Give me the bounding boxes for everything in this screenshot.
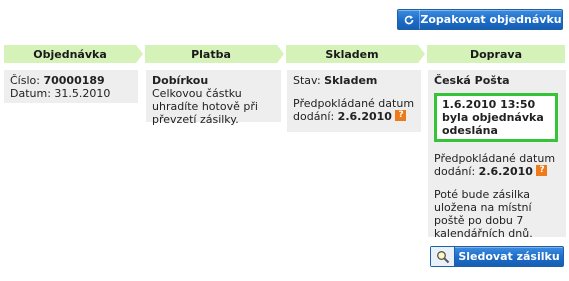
- track-shipment-button[interactable]: Sledovat zásilku: [430, 246, 564, 267]
- step-order-label: Objednávka: [33, 47, 107, 61]
- shipping-expected: Předpokládané datum dodání: 2.6.2010 ?: [434, 152, 560, 178]
- reorder-button-label: Zopakovat objednávku: [420, 13, 562, 26]
- storage-note: Poté bude zásilka uložena na místní pošt…: [434, 188, 533, 240]
- step-notch: [138, 45, 145, 63]
- order-number-row: Číslo: 70000189: [10, 74, 132, 87]
- payment-panel: Dobírkou Celkovou částku uhradíte hotově…: [146, 70, 281, 126]
- reorder-button[interactable]: Zopakovat objednávku: [397, 9, 563, 30]
- magnifier-icon: [431, 247, 455, 266]
- stock-state-label: Stav:: [293, 74, 321, 87]
- order-number: 70000189: [43, 74, 105, 87]
- shipping-carrier: Česká Pošta: [434, 74, 510, 87]
- step-notch: [420, 45, 427, 63]
- step-stock-label: Skladem: [325, 47, 379, 61]
- step-stock: Skladem: [286, 45, 418, 63]
- order-date-label: Datum:: [10, 87, 51, 100]
- step-order: Objednávka: [4, 45, 136, 63]
- payment-note: Celkovou částku uhradíte hotově při přev…: [152, 87, 258, 126]
- stock-expected: Předpokládané datum dodání: 2.6.2010 ?: [293, 97, 415, 123]
- help-icon[interactable]: ?: [536, 165, 548, 176]
- step-payment: Platba: [145, 45, 277, 63]
- order-date-row: Datum: 31.5.2010: [10, 87, 132, 100]
- order-number-label: Číslo:: [10, 74, 40, 87]
- order-panel: Číslo: 70000189 Datum: 31.5.2010: [4, 70, 138, 103]
- refresh-icon: [398, 10, 420, 29]
- shipped-notice: 1.6.2010 13:50 byla objednávka odeslána: [434, 93, 558, 142]
- step-notch: [279, 45, 286, 63]
- step-shipping-label: Doprava: [469, 47, 522, 61]
- stock-expected-date: 2.6.2010: [337, 110, 392, 123]
- help-icon[interactable]: ?: [395, 110, 407, 121]
- step-payment-label: Platba: [191, 47, 231, 61]
- shipping-expected-date: 2.6.2010: [478, 165, 533, 178]
- payment-method: Dobírkou: [152, 74, 209, 87]
- stock-state-row: Stav: Skladem: [293, 74, 415, 87]
- shipping-panel: Česká Pošta 1.6.2010 13:50 byla objednáv…: [428, 70, 566, 240]
- stock-panel: Stav: Skladem Předpokládané datum dodání…: [287, 70, 421, 132]
- order-date: 31.5.2010: [54, 87, 111, 100]
- track-shipment-label: Sledovat zásilku: [458, 250, 560, 263]
- step-shipping: Doprava: [427, 45, 565, 63]
- stock-state: Skladem: [324, 74, 378, 87]
